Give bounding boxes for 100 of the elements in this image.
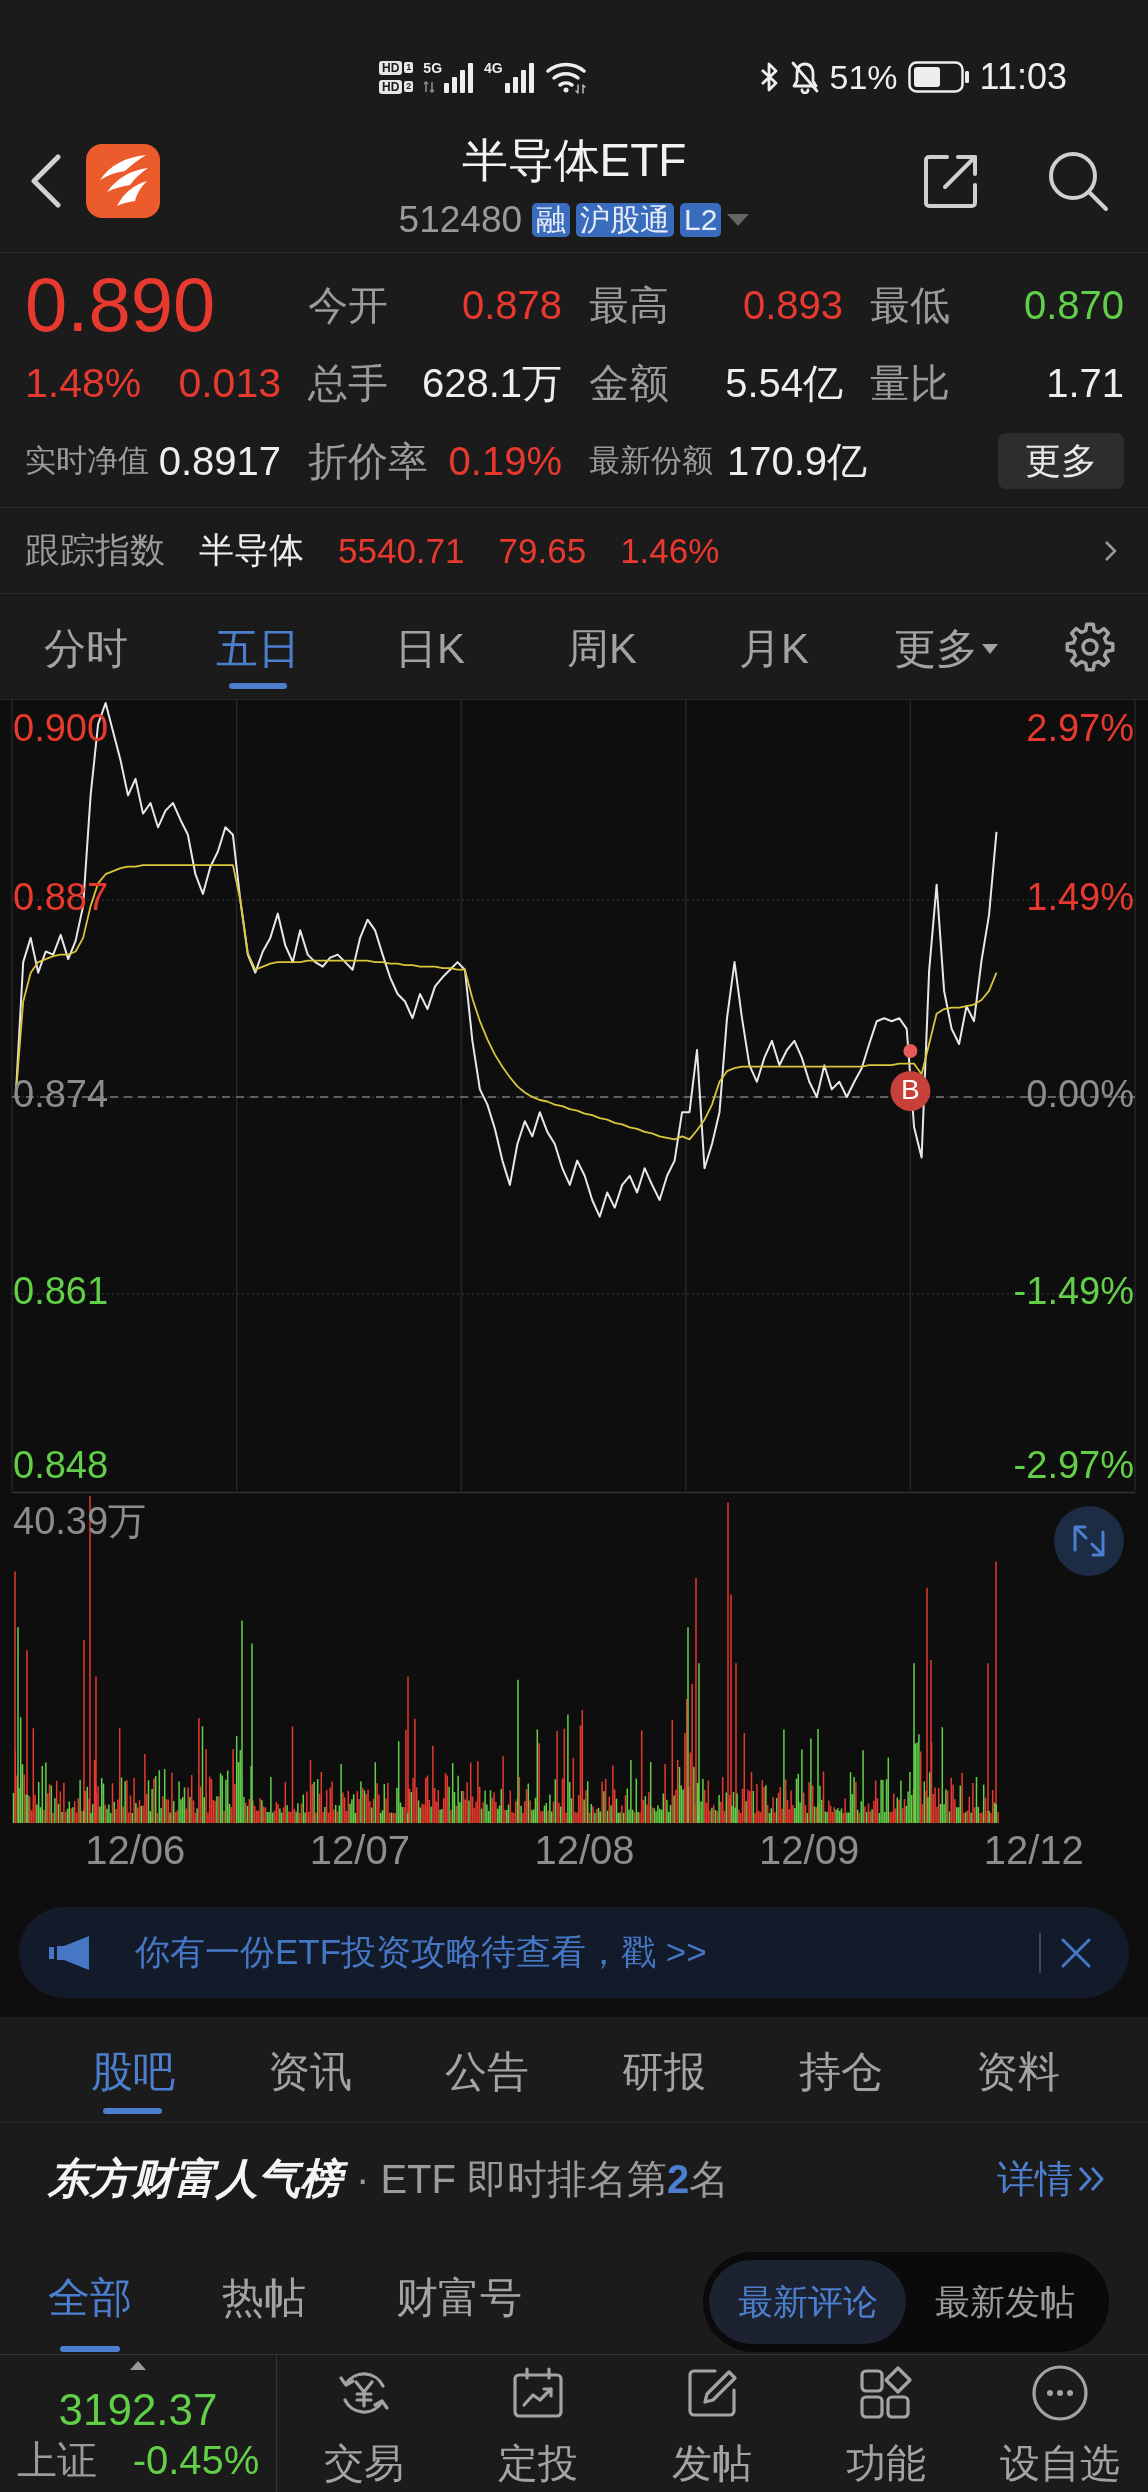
caret-icon[interactable] bbox=[727, 214, 750, 226]
more-button[interactable]: 更多 bbox=[998, 433, 1124, 489]
index-name: 半导体 bbox=[199, 529, 304, 571]
stat-label: 最高 bbox=[589, 281, 669, 329]
battery-percent: 51% bbox=[829, 57, 898, 97]
details-link[interactable]: 详情 bbox=[997, 2153, 1105, 2205]
stat-value: 0.19% bbox=[448, 438, 562, 484]
content-tab[interactable]: 资讯 bbox=[267, 2044, 352, 2114]
ranking-text: · ETF 即时排名第2名 bbox=[356, 2155, 730, 2203]
market-index-name: 上证 bbox=[16, 2437, 97, 2484]
wifi-icon bbox=[544, 60, 589, 94]
caret-up-icon[interactable] bbox=[130, 2361, 146, 2370]
period-tab[interactable]: 日K bbox=[395, 621, 465, 689]
stock-code: 512480 bbox=[398, 199, 523, 241]
signal-bars-icon bbox=[504, 63, 535, 93]
percent-axis-label: -1.49% bbox=[1013, 1270, 1134, 1313]
price-axis-label: 0.874 bbox=[13, 1073, 109, 1116]
battery-icon bbox=[907, 61, 970, 93]
tab-bar-item[interactable]: 发帖 bbox=[625, 2355, 799, 2492]
content-tab[interactable]: 股吧 bbox=[90, 2044, 175, 2114]
index-label: 跟踪指数 bbox=[25, 529, 165, 571]
index-change: 79.65 bbox=[498, 530, 587, 571]
content-tab[interactable]: 持仓 bbox=[798, 2044, 883, 2114]
percent-axis-label: 0.00% bbox=[1026, 1073, 1134, 1116]
promo-banner[interactable]: 你有一份ETF投资攻略待查看，戳 >> bbox=[19, 1907, 1129, 1998]
chevron-icon[interactable] bbox=[1104, 538, 1118, 563]
market-index-value: 3192.37 bbox=[58, 2384, 218, 2436]
buy-marker[interactable]: B bbox=[890, 1070, 931, 1111]
network-type-label: 5G bbox=[423, 61, 443, 76]
annotation: B bbox=[901, 1074, 920, 1106]
expand-icon[interactable] bbox=[1054, 1506, 1124, 1576]
hd-badge: HD bbox=[379, 60, 403, 75]
date-label: 12/09 bbox=[759, 1828, 860, 1873]
date-label: 12/07 bbox=[309, 1828, 410, 1873]
percent-axis-label: 1.49% bbox=[1026, 876, 1134, 919]
index-value: 5540.71 bbox=[338, 530, 465, 571]
feed-tab[interactable]: 热帖 bbox=[222, 2270, 306, 2352]
clock-time: 11:03 bbox=[979, 57, 1067, 97]
page-title: 半导体ETF bbox=[461, 134, 687, 186]
signal-bars-icon bbox=[444, 63, 475, 93]
point-dot-icon bbox=[903, 1043, 918, 1058]
sort-option[interactable]: 最新发帖 bbox=[906, 2260, 1103, 2344]
period-tab[interactable]: 分时 bbox=[44, 621, 128, 689]
date-label: 12/12 bbox=[983, 1828, 1084, 1873]
content-tab[interactable]: 研报 bbox=[621, 2044, 706, 2114]
market-index-change: -0.45% bbox=[132, 2437, 260, 2484]
sim-slot-label: 2 bbox=[404, 81, 414, 92]
stat-value: 170.9亿 bbox=[727, 437, 868, 485]
promo-text[interactable]: 你有一份ETF投资攻略待查看，戳 >> bbox=[135, 1929, 707, 1976]
ranking-title: 东方财富人气榜 bbox=[44, 2151, 352, 2207]
price-axis-label: 0.861 bbox=[13, 1270, 109, 1313]
sim-slot-label: 1 bbox=[404, 62, 414, 73]
tab-bar-item[interactable]: 交易 bbox=[277, 2355, 451, 2492]
period-tab[interactable]: 月K bbox=[739, 621, 809, 689]
content-tab[interactable]: 资料 bbox=[975, 2044, 1060, 2114]
feed-tab[interactable]: 财富号 bbox=[396, 2270, 522, 2352]
price-axis-label: 0.848 bbox=[13, 1444, 109, 1487]
app-logo-icon bbox=[86, 144, 160, 218]
index-change-percent: 1.46% bbox=[620, 530, 720, 571]
stat-value: 1.71 bbox=[1046, 360, 1124, 406]
period-tab[interactable]: 周K bbox=[567, 621, 637, 689]
market-tag: 融 bbox=[532, 203, 571, 237]
stat-value: 0.893 bbox=[742, 282, 843, 328]
hd-badge: HD bbox=[379, 79, 403, 94]
stat-value: 0.8917 bbox=[158, 438, 281, 484]
network-type-label: 4G bbox=[484, 61, 503, 76]
feed-tab[interactable]: 全部 bbox=[48, 2270, 132, 2352]
price-change: 0.013 bbox=[178, 359, 281, 407]
stat-value: 0.878 bbox=[461, 282, 562, 328]
tab-bar-item[interactable]: 功能 bbox=[799, 2355, 973, 2492]
back-icon[interactable] bbox=[30, 154, 62, 208]
search-icon[interactable] bbox=[1047, 150, 1109, 212]
stat-label: 最新份额 bbox=[589, 442, 713, 480]
price-change-percent: 1.48% bbox=[25, 359, 142, 407]
stat-label: 最低 bbox=[870, 281, 950, 329]
stat-value: 5.54亿 bbox=[725, 359, 843, 407]
tab-bar-item[interactable]: 定投 bbox=[451, 2355, 625, 2492]
percent-axis-label: -2.97% bbox=[1013, 1444, 1134, 1487]
stat-label: 金额 bbox=[589, 359, 669, 407]
stat-label: 实时净值 bbox=[25, 442, 149, 480]
sort-option[interactable]: 最新评论 bbox=[709, 2260, 906, 2344]
percent-axis-label: 2.97% bbox=[1026, 707, 1134, 750]
stat-value: 628.1万 bbox=[421, 359, 562, 407]
bell-off-icon bbox=[789, 60, 820, 94]
close-icon[interactable] bbox=[1061, 1937, 1091, 1968]
date-label: 12/08 bbox=[534, 1828, 635, 1873]
date-label: 12/06 bbox=[85, 1828, 186, 1873]
tab-bar-item[interactable]: 设自选 bbox=[973, 2355, 1147, 2492]
more-icon bbox=[1031, 2364, 1089, 2422]
period-tab[interactable]: 更多 bbox=[894, 621, 998, 689]
settings-icon[interactable] bbox=[1065, 621, 1115, 672]
market-tag: 沪股通 bbox=[576, 203, 675, 237]
stat-label: 折价率 bbox=[308, 437, 428, 485]
stat-label: 量比 bbox=[870, 359, 950, 407]
stat-value: 0.870 bbox=[1023, 282, 1124, 328]
content-tab[interactable]: 公告 bbox=[444, 2044, 529, 2114]
market-tag: L2 bbox=[680, 203, 722, 237]
period-tab[interactable]: 五日 bbox=[216, 621, 300, 689]
stat-label: 总手 bbox=[308, 359, 388, 407]
current-price: 0.890 bbox=[25, 266, 217, 344]
